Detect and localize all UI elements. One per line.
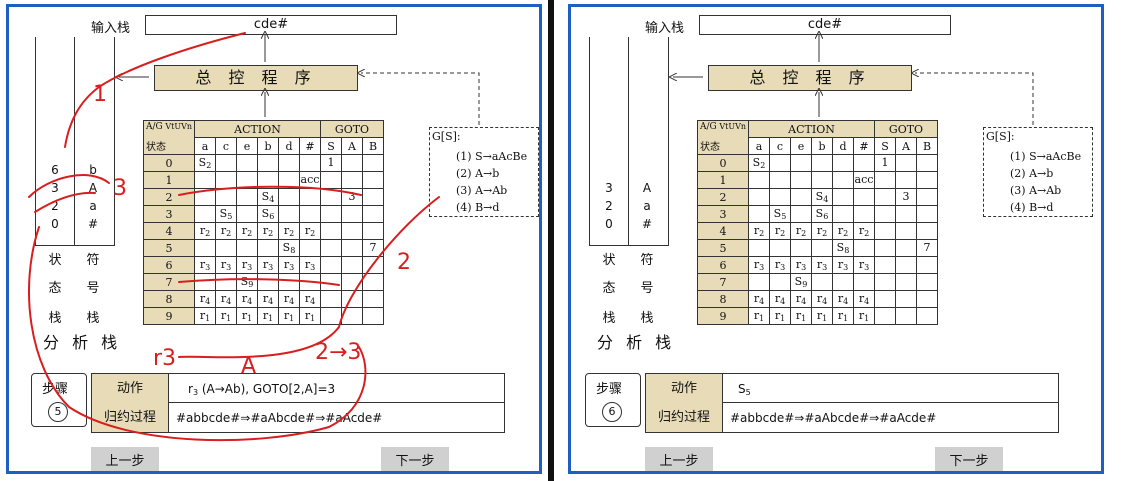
ink-label-r3: r3 [153, 346, 176, 371]
ink-label-1: 1 [93, 82, 107, 107]
ink-label-A: A [241, 354, 256, 379]
window-divider [548, 0, 554, 481]
handwritten-annotations: 1 3 2 r3 A 2→3 [28, 32, 440, 442]
ink-stroke-3 [34, 191, 96, 213]
ink-stroke-7 [28, 226, 367, 442]
panel-step-5: 输入栈 cde# 6320 b Aa # 状 态 栈 符 号 栈 分 析 栈 总 控… [6, 4, 542, 474]
ink-label-2: 2 [397, 250, 411, 275]
ink-stroke-5 [178, 278, 340, 286]
ink-label-2-to-3: 2→3 [315, 340, 361, 365]
ink-stroke-2 [28, 174, 110, 198]
flow-arrows [571, 7, 1034, 125]
ink-stroke-6 [178, 196, 440, 359]
ink-stroke-4 [178, 185, 362, 196]
panel-step-6: 输入栈 cde# 320 Aa # 状 态 栈 符 号 栈 分 析 栈 总 控 程… [568, 4, 1104, 474]
ink-stroke-1 [64, 32, 246, 148]
ink-label-3: 3 [113, 176, 127, 201]
